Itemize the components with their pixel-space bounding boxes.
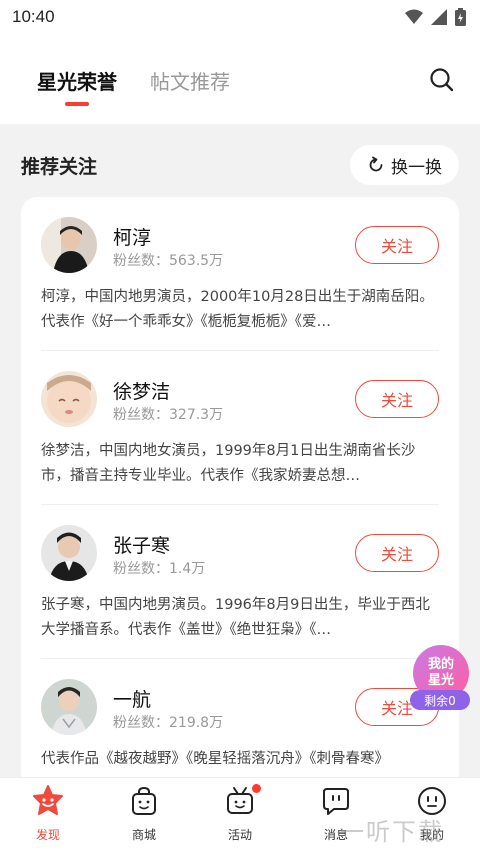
avatar[interactable]: [41, 525, 97, 581]
status-icons: [405, 8, 466, 26]
refresh-icon: [369, 156, 383, 172]
recommend-card: 柯淳 粉丝数：563.5万 关注 柯淳，中国内地男演员，2000年10月28日出…: [21, 197, 459, 797]
nav-label: 活动: [227, 828, 252, 842]
tab-star-honor[interactable]: 星光荣誉: [37, 66, 117, 95]
activity-tv-icon: [223, 784, 261, 818]
nav-label: 发现: [35, 828, 60, 842]
person-name: 柯淳: [113, 227, 152, 249]
follow-button[interactable]: 关注: [355, 226, 439, 264]
person-name: 徐梦洁: [113, 381, 171, 403]
wifi-icon: [405, 9, 423, 24]
nav-item-discover[interactable]: 发现: [18, 784, 78, 846]
follow-button[interactable]: 关注: [355, 380, 439, 418]
watermark: 一听下载: [340, 818, 444, 846]
active-tab-indicator: [65, 102, 89, 106]
avatar[interactable]: [41, 371, 97, 427]
refresh-label: 换一换: [391, 157, 442, 178]
section-title: 推荐关注: [21, 156, 98, 178]
list-item: 徐梦洁 粉丝数：327.3万 关注 徐梦洁，中国内地女演员，1999年8月1日出…: [21, 351, 459, 505]
list-item: 张子寒 粉丝数：1.4万 关注 张子寒，中国内地男演员。1996年8月9日出生，…: [21, 505, 459, 659]
signal-icon: [431, 9, 447, 25]
notification-dot: [252, 784, 261, 793]
star-remain-badge[interactable]: 剩余0: [410, 690, 470, 710]
search-button[interactable]: [428, 66, 456, 94]
top-header: 星光荣誉 帖文推荐: [0, 34, 480, 124]
person-bio: 徐梦洁，中国内地女演员，1999年8月1日出生湖南省长沙市，播音主持专业毕业。代…: [41, 443, 416, 484]
refresh-button[interactable]: 换一换: [350, 145, 459, 185]
follow-button[interactable]: 关注: [355, 534, 439, 572]
fans-count: 粉丝数：219.8万: [113, 715, 224, 731]
status-time: 10:40: [12, 7, 55, 26]
avatar[interactable]: [41, 679, 97, 735]
fans-count: 粉丝数：327.3万: [113, 407, 224, 423]
search-icon: [430, 68, 454, 92]
tab-post-recommend[interactable]: 帖文推荐: [150, 66, 230, 95]
battery-icon: [455, 8, 466, 26]
person-name: 张子寒: [113, 535, 171, 557]
fans-count: 粉丝数：563.5万: [113, 253, 224, 269]
person-bio: 张子寒，中国内地男演员。1996年8月9日出生，毕业于西北大学播音系。代表作《盖…: [41, 597, 430, 638]
person-bio: 柯淳，中国内地男演员，2000年10月28日出生于湖南岳阳。代表作《好一个乖乖女…: [41, 289, 434, 330]
discover-icon: [31, 784, 65, 818]
nav-item-shop[interactable]: 商城: [114, 784, 174, 846]
list-item: 柯淳 粉丝数：563.5万 关注 柯淳，中国内地男演员，2000年10月28日出…: [21, 197, 459, 351]
fans-count: 粉丝数：1.4万: [113, 561, 206, 577]
person-name: 一航: [113, 689, 152, 711]
shop-bag-icon: [127, 784, 161, 818]
nav-label: 商城: [131, 828, 156, 842]
status-bar: 10:40: [0, 0, 480, 34]
nav-item-activity[interactable]: 活动: [210, 784, 270, 846]
avatar[interactable]: [41, 217, 97, 273]
